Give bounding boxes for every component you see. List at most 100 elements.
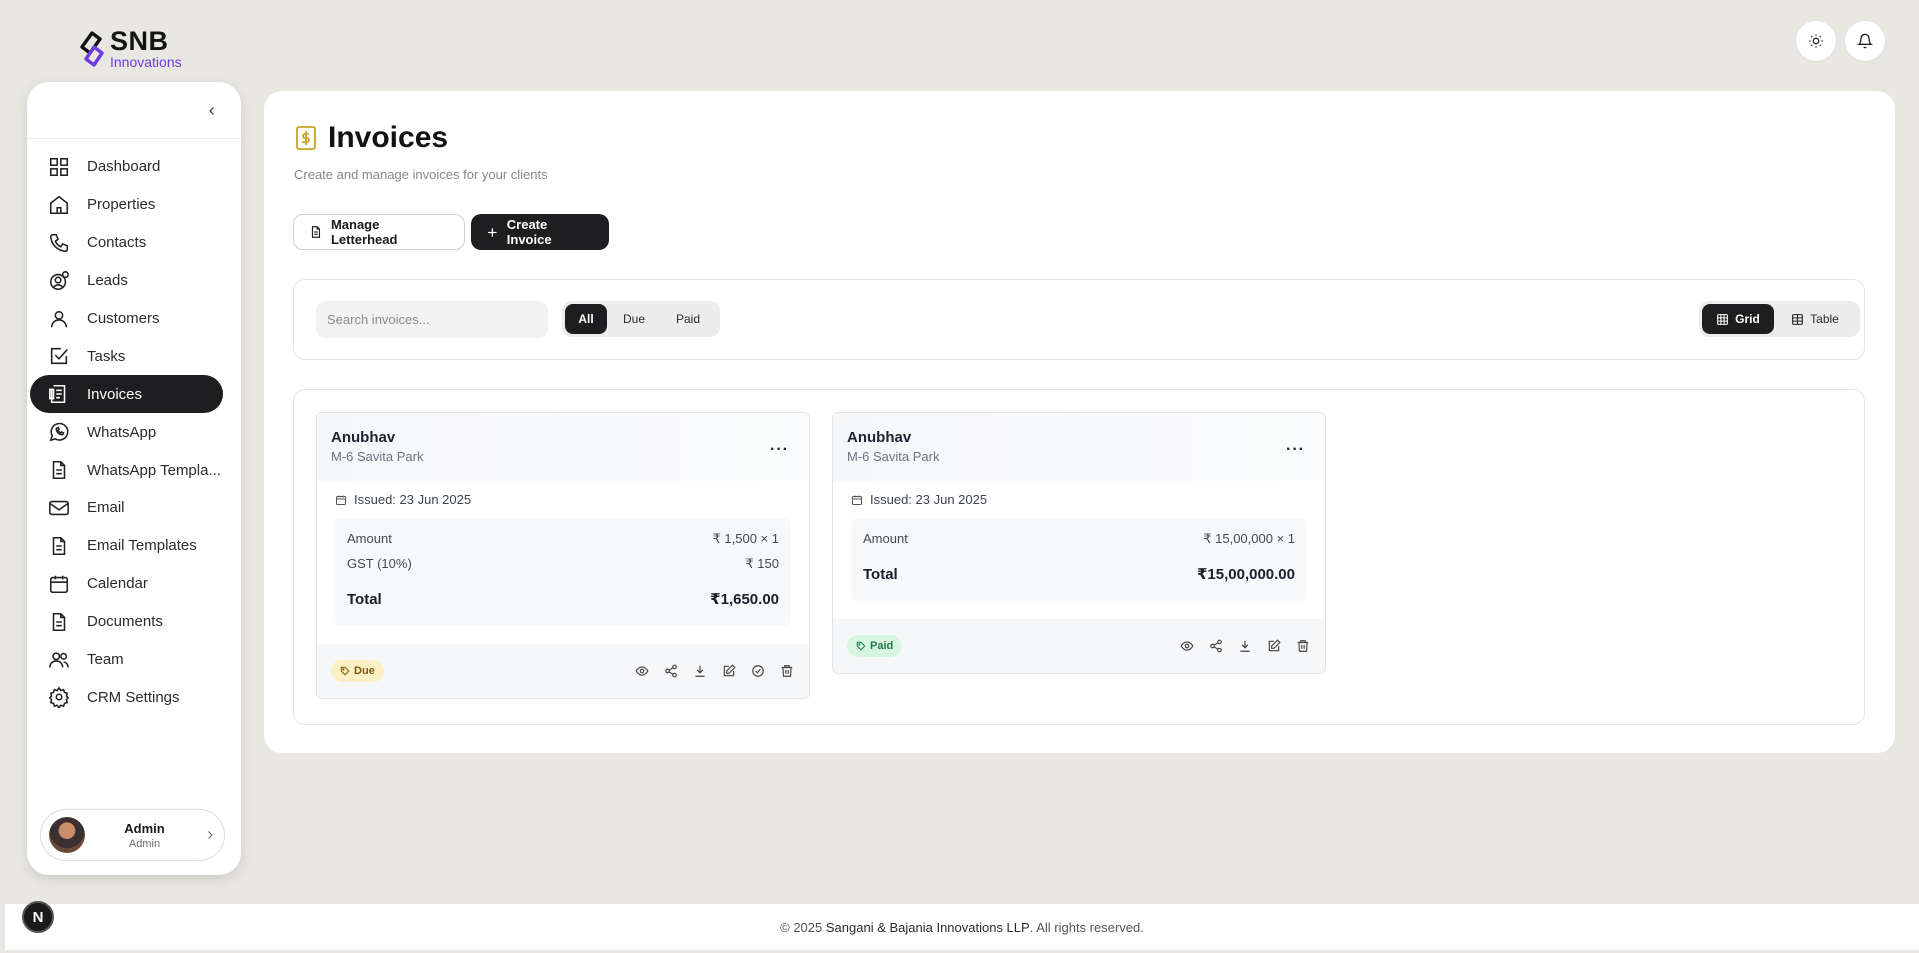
client-name: Anubhav <box>847 429 912 446</box>
sidebar-item-email[interactable]: Email <box>30 489 223 527</box>
sidebar-item-contacts[interactable]: Contacts <box>30 224 223 262</box>
invoice-grid: Anubhav M-6 Savita Park ··· Issued: 23 J… <box>293 389 1865 725</box>
status-label: Due <box>354 665 375 677</box>
sidebar-item-label: Leads <box>87 272 128 290</box>
sidebar-item-label: Invoices <box>87 385 143 403</box>
footer-company: Sangani & Bajania Innovations LLP <box>825 919 1030 935</box>
sidebar-item-email-templates[interactable]: Email Templates <box>30 527 223 565</box>
amount-summary: Amount ₹ 15,00,000 × 1 Total ₹15,00,000.00 <box>851 518 1307 601</box>
tag-icon <box>340 666 350 676</box>
view-icon[interactable] <box>634 663 650 679</box>
settings-icon <box>48 686 70 709</box>
edit-icon[interactable] <box>721 663 737 679</box>
sidebar-item-label: Contacts <box>87 234 147 252</box>
gst-value: ₹ 150 <box>745 555 779 571</box>
sidebar-item-properties[interactable]: Properties <box>30 186 223 224</box>
download-icon[interactable] <box>1237 638 1253 654</box>
sidebar-item-tasks[interactable]: Tasks <box>30 337 223 375</box>
brand-sub: Innovations <box>110 54 182 70</box>
sidebar-item-label: Team <box>87 651 124 669</box>
amount-label: Amount <box>863 531 908 546</box>
dev-tools-badge[interactable]: N <box>22 901 54 933</box>
amount-summary: Amount ₹ 1,500 × 1 GST (10%) ₹ 150 Total ₹1… <box>335 518 791 626</box>
total-value: ₹15,00,000.00 <box>1196 566 1295 583</box>
view-table-label: Table <box>1810 312 1839 326</box>
sidebar-item-label: Dashboard <box>87 158 161 176</box>
dashboard-icon <box>49 157 69 176</box>
view-toggle: Grid Table <box>1699 301 1860 337</box>
sidebar-item-dashboard[interactable]: Dashboard <box>30 148 223 186</box>
status-badge: Paid <box>847 635 903 657</box>
sidebar: Dashboard Properties Contacts Leads Cust… <box>27 82 241 875</box>
invoice-card[interactable]: Anubhav M-6 Savita Park ··· Issued: 23 J… <box>316 412 810 699</box>
status-filter: All Due Paid <box>562 301 720 337</box>
view-grid-button[interactable]: Grid <box>1702 304 1774 334</box>
sidebar-item-customers[interactable]: Customers <box>30 300 223 338</box>
lead-icon <box>49 270 69 290</box>
mark-paid-icon[interactable] <box>750 663 766 679</box>
filter-all[interactable]: All <box>565 304 607 334</box>
main-panel: Invoices Create and manage invoices for … <box>264 91 1895 753</box>
notifications-button[interactable] <box>1845 21 1885 61</box>
delete-icon[interactable] <box>1295 638 1311 654</box>
table-icon <box>1792 313 1804 325</box>
more-options-button[interactable]: ··· <box>1286 441 1305 459</box>
collapse-sidebar-button[interactable] <box>203 102 221 120</box>
calendar-icon <box>49 575 69 593</box>
invoice-icon <box>49 385 66 404</box>
share-icon[interactable] <box>1208 638 1224 654</box>
sidebar-item-team[interactable]: Team <box>30 641 223 679</box>
sidebar-item-invoices[interactable]: Invoices <box>30 375 223 414</box>
more-options-button[interactable]: ··· <box>770 441 789 459</box>
amount-value: ₹ 15,00,000 × 1 <box>1203 530 1295 546</box>
brand-logo[interactable]: SNB Innovations <box>76 28 182 69</box>
sidebar-item-whatsapp-templates[interactable]: WhatsApp Templa... <box>30 451 223 489</box>
edit-icon[interactable] <box>1266 638 1282 654</box>
chevron-left-icon <box>209 107 214 115</box>
user-menu[interactable]: Admin Admin <box>40 809 225 861</box>
total-label: Total <box>347 590 382 608</box>
sidebar-item-label: Calendar <box>87 575 148 593</box>
theme-toggle-button[interactable] <box>1796 21 1836 61</box>
sidebar-item-crm-settings[interactable]: CRM Settings <box>30 678 223 716</box>
footer-suffix: . All rights reserved. <box>1029 919 1144 935</box>
manage-letterhead-label: Manage Letterhead <box>330 217 398 247</box>
share-icon[interactable] <box>663 663 679 679</box>
file-icon <box>52 461 66 480</box>
sidebar-item-label: Customers <box>87 310 160 327</box>
view-table-button[interactable]: Table <box>1774 304 1856 334</box>
manage-letterhead-button[interactable]: Manage Letterhead <box>293 214 465 250</box>
brand-name: SNB <box>110 26 169 56</box>
total-value: ₹1,650.00 <box>710 591 779 608</box>
invoice-card[interactable]: Anubhav M-6 Savita Park ··· Issued: 23 J… <box>832 412 1326 674</box>
whatsapp-icon <box>49 422 69 442</box>
user-name: Admin <box>124 820 165 836</box>
filter-due[interactable]: Due <box>607 304 661 334</box>
file-icon <box>311 226 321 238</box>
user-role: Admin <box>128 837 161 850</box>
filter-paid[interactable]: Paid <box>661 304 715 334</box>
tag-icon <box>856 641 866 651</box>
filter-bar: All Due Paid Grid Table <box>293 279 1865 360</box>
sidebar-item-label: CRM Settings <box>87 688 180 706</box>
search-input[interactable] <box>316 301 548 338</box>
download-icon[interactable] <box>692 663 708 679</box>
link-logo-icon <box>80 30 104 67</box>
sidebar-item-leads[interactable]: Leads <box>30 262 223 300</box>
sun-icon <box>1809 34 1823 48</box>
view-icon[interactable] <box>1179 638 1195 654</box>
delete-icon[interactable] <box>779 663 795 679</box>
status-label: Paid <box>870 640 894 652</box>
page-title: Invoices <box>328 121 449 154</box>
sidebar-item-whatsapp[interactable]: WhatsApp <box>30 413 223 451</box>
chevron-right-icon <box>208 831 213 839</box>
client-address: M-6 Savita Park <box>847 449 940 464</box>
amount-label: Amount <box>347 531 392 546</box>
sidebar-item-label: WhatsApp <box>87 423 157 441</box>
sidebar-item-documents[interactable]: Documents <box>30 603 223 641</box>
task-icon <box>50 348 68 365</box>
create-invoice-button[interactable]: Create Invoice <box>471 214 609 250</box>
page-subtitle: Create and manage invoices for your clie… <box>294 167 548 182</box>
sidebar-nav: Dashboard Properties Contacts Leads Cust… <box>30 148 223 716</box>
sidebar-item-calendar[interactable]: Calendar <box>30 565 223 603</box>
